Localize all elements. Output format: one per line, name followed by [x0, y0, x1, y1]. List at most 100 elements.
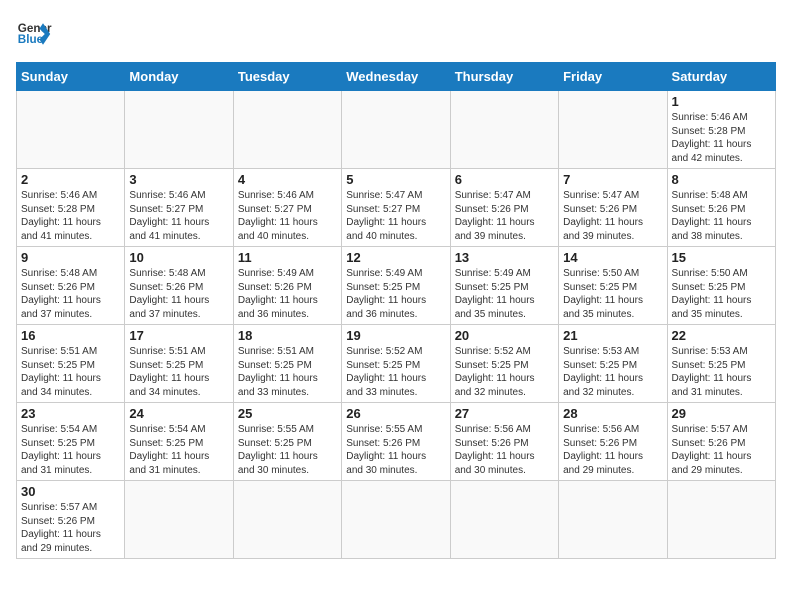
day-number: 26 — [346, 406, 445, 421]
day-number: 12 — [346, 250, 445, 265]
day-number: 17 — [129, 328, 228, 343]
day-info: Sunrise: 5:52 AM Sunset: 5:25 PM Dayligh… — [455, 345, 554, 399]
calendar-day-header: Tuesday — [233, 63, 341, 91]
day-number: 6 — [455, 172, 554, 187]
day-number: 21 — [563, 328, 662, 343]
day-info: Sunrise: 5:57 AM Sunset: 5:26 PM Dayligh… — [672, 423, 771, 477]
day-number: 24 — [129, 406, 228, 421]
day-number: 2 — [21, 172, 120, 187]
day-number: 19 — [346, 328, 445, 343]
calendar-day-cell: 25 Sunrise: 5:55 AM Sunset: 5:25 PM Dayli… — [233, 403, 341, 481]
calendar-week-row: 9 Sunrise: 5:48 AM Sunset: 5:26 PM Daylig… — [17, 247, 776, 325]
calendar-day-cell: 11 Sunrise: 5:49 AM Sunset: 5:26 PM Dayli… — [233, 247, 341, 325]
calendar-day-cell: 26 Sunrise: 5:55 AM Sunset: 5:26 PM Dayli… — [342, 403, 450, 481]
calendar-day-cell: 16Sunrise: 5:51 AM Sunset: 5:25 PM Dayli… — [17, 325, 125, 403]
calendar-day-cell — [125, 481, 233, 559]
day-info: Sunrise: 5:48 AM Sunset: 5:26 PM Dayligh… — [672, 189, 771, 243]
calendar-day-cell: 7Sunrise: 5:47 AM Sunset: 5:26 PM Daylig… — [559, 169, 667, 247]
calendar-day-cell: 19 Sunrise: 5:52 AM Sunset: 5:25 PM Dayli… — [342, 325, 450, 403]
day-number: 3 — [129, 172, 228, 187]
day-info: Sunrise: 5:51 AM Sunset: 5:25 PM Dayligh… — [238, 345, 337, 399]
calendar-day-cell: 10 Sunrise: 5:48 AM Sunset: 5:26 PM Dayli… — [125, 247, 233, 325]
calendar-day-cell — [667, 481, 775, 559]
calendar-day-cell — [233, 91, 341, 169]
day-number: 16 — [21, 328, 120, 343]
day-number: 4 — [238, 172, 337, 187]
calendar-day-header: Friday — [559, 63, 667, 91]
calendar-day-cell: 30 Sunrise: 5:57 AM Sunset: 5:26 PM Dayli… — [17, 481, 125, 559]
day-number: 1 — [672, 94, 771, 109]
calendar-day-cell — [450, 481, 558, 559]
calendar-day-cell: 18 Sunrise: 5:51 AM Sunset: 5:25 PM Dayli… — [233, 325, 341, 403]
day-number: 29 — [672, 406, 771, 421]
day-number: 27 — [455, 406, 554, 421]
calendar-day-cell: 28Sunrise: 5:56 AM Sunset: 5:26 PM Dayli… — [559, 403, 667, 481]
calendar-day-cell: 2 Sunrise: 5:46 AM Sunset: 5:28 PM Daylig… — [17, 169, 125, 247]
day-info: Sunrise: 5:50 AM Sunset: 5:25 PM Dayligh… — [672, 267, 771, 321]
calendar-day-cell — [233, 481, 341, 559]
calendar-day-cell: 24 Sunrise: 5:54 AM Sunset: 5:25 PM Dayli… — [125, 403, 233, 481]
day-info: Sunrise: 5:50 AM Sunset: 5:25 PM Dayligh… — [563, 267, 662, 321]
day-number: 15 — [672, 250, 771, 265]
calendar-day-cell — [450, 91, 558, 169]
calendar-day-header: Saturday — [667, 63, 775, 91]
day-info: Sunrise: 5:51 AM Sunset: 5:25 PM Dayligh… — [129, 345, 228, 399]
calendar-day-cell: 5Sunrise: 5:47 AM Sunset: 5:27 PM Daylig… — [342, 169, 450, 247]
logo-icon: General Blue — [16, 16, 52, 52]
page-header: General Blue — [16, 16, 776, 52]
day-info: Sunrise: 5:46 AM Sunset: 5:27 PM Dayligh… — [238, 189, 337, 243]
day-info: Sunrise: 5:55 AM Sunset: 5:25 PM Dayligh… — [238, 423, 337, 477]
day-info: Sunrise: 5:53 AM Sunset: 5:25 PM Dayligh… — [563, 345, 662, 399]
day-info: Sunrise: 5:54 AM Sunset: 5:25 PM Dayligh… — [129, 423, 228, 477]
day-number: 14 — [563, 250, 662, 265]
calendar-day-cell: 20 Sunrise: 5:52 AM Sunset: 5:25 PM Dayli… — [450, 325, 558, 403]
calendar-body: 1 Sunrise: 5:46 AM Sunset: 5:28 PM Daylig… — [17, 91, 776, 559]
calendar-day-cell — [342, 91, 450, 169]
day-number: 23 — [21, 406, 120, 421]
calendar-week-row: 23 Sunrise: 5:54 AM Sunset: 5:25 PM Dayli… — [17, 403, 776, 481]
day-info: Sunrise: 5:57 AM Sunset: 5:26 PM Dayligh… — [21, 501, 120, 555]
day-info: Sunrise: 5:49 AM Sunset: 5:26 PM Dayligh… — [238, 267, 337, 321]
calendar-day-cell: 13 Sunrise: 5:49 AM Sunset: 5:25 PM Dayli… — [450, 247, 558, 325]
day-info: Sunrise: 5:47 AM Sunset: 5:26 PM Dayligh… — [455, 189, 554, 243]
day-info: Sunrise: 5:52 AM Sunset: 5:25 PM Dayligh… — [346, 345, 445, 399]
calendar-day-cell: 29 Sunrise: 5:57 AM Sunset: 5:26 PM Dayli… — [667, 403, 775, 481]
calendar-day-header: Monday — [125, 63, 233, 91]
day-number: 8 — [672, 172, 771, 187]
day-number: 7 — [563, 172, 662, 187]
calendar-day-cell: 21 Sunrise: 5:53 AM Sunset: 5:25 PM Dayli… — [559, 325, 667, 403]
calendar-week-row: 2 Sunrise: 5:46 AM Sunset: 5:28 PM Daylig… — [17, 169, 776, 247]
calendar-day-cell: 27Sunrise: 5:56 AM Sunset: 5:26 PM Dayli… — [450, 403, 558, 481]
day-number: 9 — [21, 250, 120, 265]
day-info: Sunrise: 5:56 AM Sunset: 5:26 PM Dayligh… — [563, 423, 662, 477]
calendar-week-row: 16 Sunrise: 5:51 AM Sunset: 5:25 PM Dayli… — [17, 325, 776, 403]
calendar-day-cell: 6 Sunrise: 5:47 AM Sunset: 5:26 PM Daylig… — [450, 169, 558, 247]
day-info: Sunrise: 5:53 AM Sunset: 5:25 PM Dayligh… — [672, 345, 771, 399]
calendar-day-cell: 14 Sunrise: 5:50 AM Sunset: 5:25 PM Dayli… — [559, 247, 667, 325]
day-number: 18 — [238, 328, 337, 343]
calendar-day-cell — [342, 481, 450, 559]
day-info: Sunrise: 5:46 AM Sunset: 5:28 PM Dayligh… — [21, 189, 120, 243]
calendar-day-cell: 23 Sunrise: 5:54 AM Sunset: 5:25 PM Dayli… — [17, 403, 125, 481]
calendar-header-row: SundayMondayTuesdayWednesdayThursdayFrid… — [17, 63, 776, 91]
calendar-day-cell: 12Sunrise: 5:49 AM Sunset: 5:25 PM Dayli… — [342, 247, 450, 325]
day-number: 20 — [455, 328, 554, 343]
day-number: 25 — [238, 406, 337, 421]
calendar-day-cell: 9Sunrise: 5:48 AM Sunset: 5:26 PM Daylig… — [17, 247, 125, 325]
day-info: Sunrise: 5:46 AM Sunset: 5:28 PM Dayligh… — [672, 111, 771, 165]
day-number: 30 — [21, 484, 120, 499]
calendar-day-cell: 15 Sunrise: 5:50 AM Sunset: 5:25 PM Dayli… — [667, 247, 775, 325]
day-info: Sunrise: 5:55 AM Sunset: 5:26 PM Dayligh… — [346, 423, 445, 477]
day-info: Sunrise: 5:49 AM Sunset: 5:25 PM Dayligh… — [455, 267, 554, 321]
day-info: Sunrise: 5:48 AM Sunset: 5:26 PM Dayligh… — [129, 267, 228, 321]
logo: General Blue — [16, 16, 52, 52]
day-number: 10 — [129, 250, 228, 265]
day-info: Sunrise: 5:47 AM Sunset: 5:27 PM Dayligh… — [346, 189, 445, 243]
day-number: 13 — [455, 250, 554, 265]
calendar-day-cell: 1 Sunrise: 5:46 AM Sunset: 5:28 PM Daylig… — [667, 91, 775, 169]
day-number: 22 — [672, 328, 771, 343]
calendar-day-cell: 17 Sunrise: 5:51 AM Sunset: 5:25 PM Dayli… — [125, 325, 233, 403]
day-number: 11 — [238, 250, 337, 265]
calendar-day-cell — [17, 91, 125, 169]
day-info: Sunrise: 5:54 AM Sunset: 5:25 PM Dayligh… — [21, 423, 120, 477]
